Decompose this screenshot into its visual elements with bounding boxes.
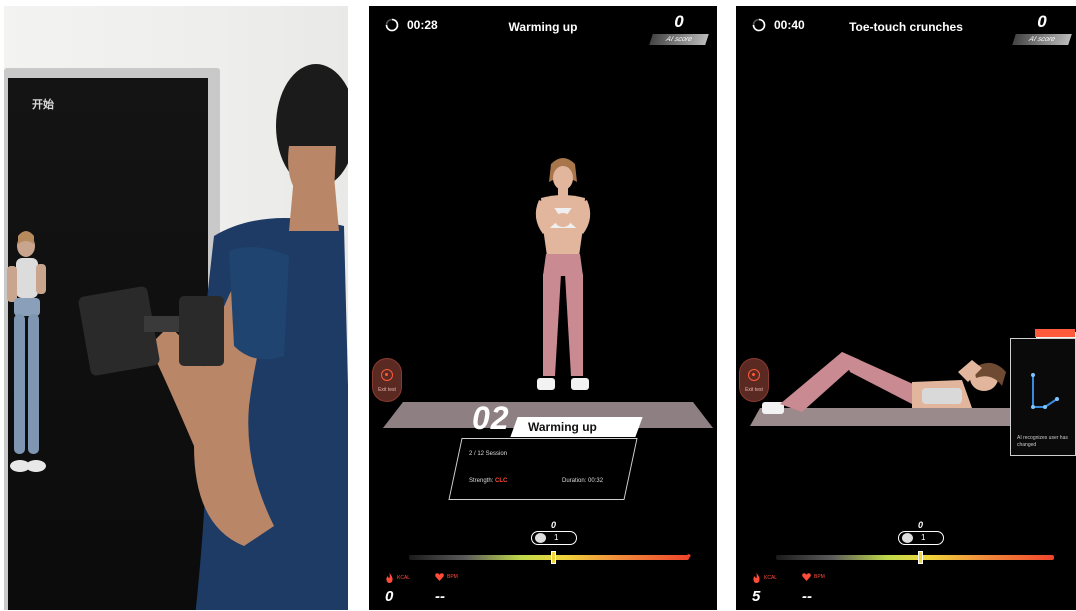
ai-score-value: 0	[1037, 12, 1047, 31]
card-title-bar: Warming up	[510, 417, 643, 437]
bpm-label: BPM	[447, 574, 458, 580]
kcal-label: KCAL	[397, 575, 411, 581]
hand-icon	[535, 533, 546, 543]
exercise-number: 02	[472, 400, 510, 436]
ai-score-label: AI score	[649, 34, 709, 45]
strength-value: CLC	[495, 478, 508, 484]
crunch-screen: 00:40 Toe-touch crunches 0 AI score Exit…	[736, 6, 1076, 610]
bpm-value: --	[435, 588, 445, 605]
ai-score: 0 AI score	[649, 12, 709, 45]
trainer-crunch-figure	[762, 352, 1006, 414]
hand-icon	[902, 533, 913, 543]
ai-message: AI recognizes user has changed	[1017, 435, 1068, 448]
rep-count: 0	[551, 520, 557, 530]
kcal-stat: KCAL	[752, 573, 777, 583]
intensity-gauge	[409, 555, 689, 560]
bpm-stat: BPM	[435, 573, 458, 581]
strength-info: Strength: CLC	[469, 478, 507, 484]
heart-icon	[435, 573, 444, 581]
record-icon	[381, 369, 393, 381]
flame-icon	[753, 573, 760, 583]
ai-score: 0 AI score	[1012, 12, 1072, 45]
record-icon	[748, 369, 760, 381]
trainer-standing-figure	[535, 158, 591, 390]
exit-test-label: Exit test	[378, 387, 396, 393]
card-title: Warming up	[528, 420, 597, 434]
rep-pill: 1	[531, 531, 577, 545]
duration-info: Duration: 00:32	[562, 478, 604, 484]
exit-test-button[interactable]: Exit test	[372, 358, 402, 402]
rep-pill-value: 1	[921, 533, 926, 542]
pose-graph-icon	[1031, 373, 1059, 409]
rep-count: 0	[918, 520, 924, 530]
ai-recognition-panel: AI recognizes user has changed	[1010, 329, 1076, 456]
strength-label: Strength:	[469, 478, 494, 484]
bpm-label: BPM	[814, 574, 825, 580]
card-info-box	[448, 438, 638, 500]
kcal-label: KCAL	[764, 575, 778, 581]
product-photo: 开始	[4, 6, 348, 610]
session-progress: 2 / 12 Session	[469, 451, 508, 457]
warmup-screen: 00:28 Warming up 0 AI score Exit test 02…	[369, 6, 717, 610]
heart-icon	[802, 573, 811, 581]
gauge-marker	[551, 551, 556, 564]
bpm-stat: BPM	[802, 573, 825, 581]
panel-stripe	[1035, 329, 1075, 337]
gauge-arrow-icon: ›››	[687, 551, 691, 560]
kcal-value: 0	[385, 588, 394, 605]
intensity-gauge	[776, 555, 1054, 560]
man-lifting-dumbbell	[78, 64, 348, 610]
kcal-value: 5	[752, 588, 761, 605]
gauge-marker	[918, 551, 923, 564]
rep-pill-value: 1	[554, 533, 559, 542]
rep-pill: 1	[898, 531, 944, 545]
ai-score-value: 0	[674, 12, 684, 31]
kcal-stat: KCAL	[385, 573, 410, 583]
bpm-value: --	[802, 588, 812, 605]
flame-icon	[386, 573, 393, 583]
ai-score-label: AI score	[1012, 34, 1072, 45]
